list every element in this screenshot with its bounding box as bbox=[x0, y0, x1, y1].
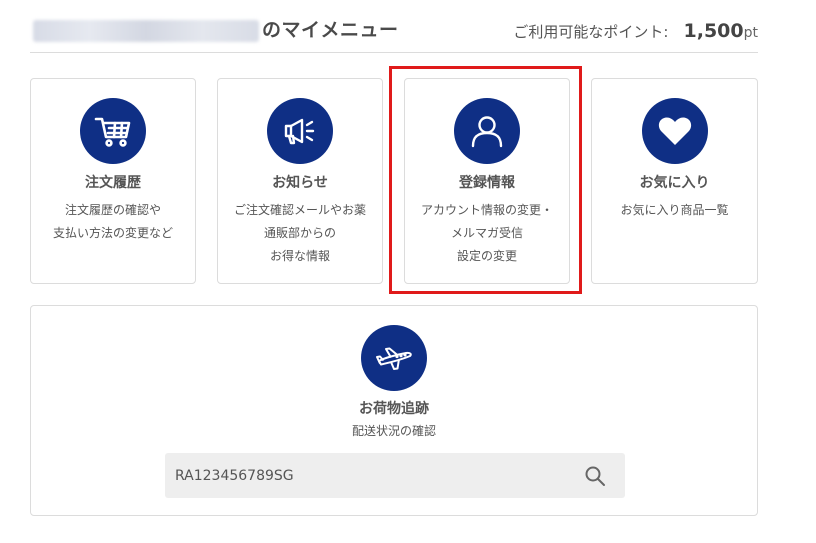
highlight-frame bbox=[389, 66, 582, 294]
card-title: お知らせ bbox=[272, 175, 328, 191]
card-description: ご注文確認メールやお薬 通販部からの お得な情報 bbox=[218, 199, 382, 268]
card-desc-line: 支払い方法の変更など bbox=[52, 226, 173, 240]
points-label: ご利用可能なポイント: bbox=[513, 23, 669, 41]
menu-card-order-history[interactable]: 注文履歴 注文履歴の確認や 支払い方法の変更など bbox=[30, 78, 196, 284]
card-desc-line: お気に入り商品一覧 bbox=[620, 203, 729, 217]
tracking-title: お荷物追跡 bbox=[359, 401, 429, 417]
card-desc-line: お得な情報 bbox=[269, 249, 330, 263]
card-desc-line: 注文履歴の確認や bbox=[64, 203, 161, 217]
points-value: 1,500 bbox=[683, 20, 744, 42]
card-desc-line: ご注文確認メールやお薬 bbox=[233, 203, 366, 217]
tracking-number-input[interactable] bbox=[165, 453, 565, 498]
menu-card-notifications[interactable]: お知らせ ご注文確認メールやお薬 通販部からの お得な情報 bbox=[217, 78, 383, 284]
card-description: お気に入り商品一覧 bbox=[592, 199, 757, 222]
tracking-search-box bbox=[165, 453, 625, 498]
points-summary: ご利用可能なポイント: 1,500pt bbox=[513, 18, 758, 46]
card-description: 注文履歴の確認や 支払い方法の変更など bbox=[31, 199, 195, 245]
card-desc-line: 通販部からの bbox=[263, 226, 336, 240]
page-header: のマイメニュー ご利用可能なポイント: 1,500pt bbox=[30, 8, 758, 53]
points-unit: pt bbox=[743, 25, 758, 41]
cart-icon bbox=[80, 98, 146, 164]
search-icon[interactable] bbox=[583, 464, 607, 488]
airplane-icon bbox=[361, 325, 427, 391]
megaphone-icon bbox=[267, 98, 333, 164]
card-title: 注文履歴 bbox=[85, 175, 141, 191]
blurred-user-name bbox=[33, 20, 259, 42]
tracking-description: 配送状況の確認 bbox=[351, 424, 436, 438]
package-tracking-card: お荷物追跡 配送状況の確認 bbox=[30, 305, 758, 516]
page-title: のマイメニュー bbox=[262, 19, 399, 41]
card-title: お気に入り bbox=[639, 175, 710, 191]
menu-card-favorites[interactable]: お気に入り お気に入り商品一覧 bbox=[591, 78, 758, 284]
heart-icon bbox=[641, 98, 708, 164]
